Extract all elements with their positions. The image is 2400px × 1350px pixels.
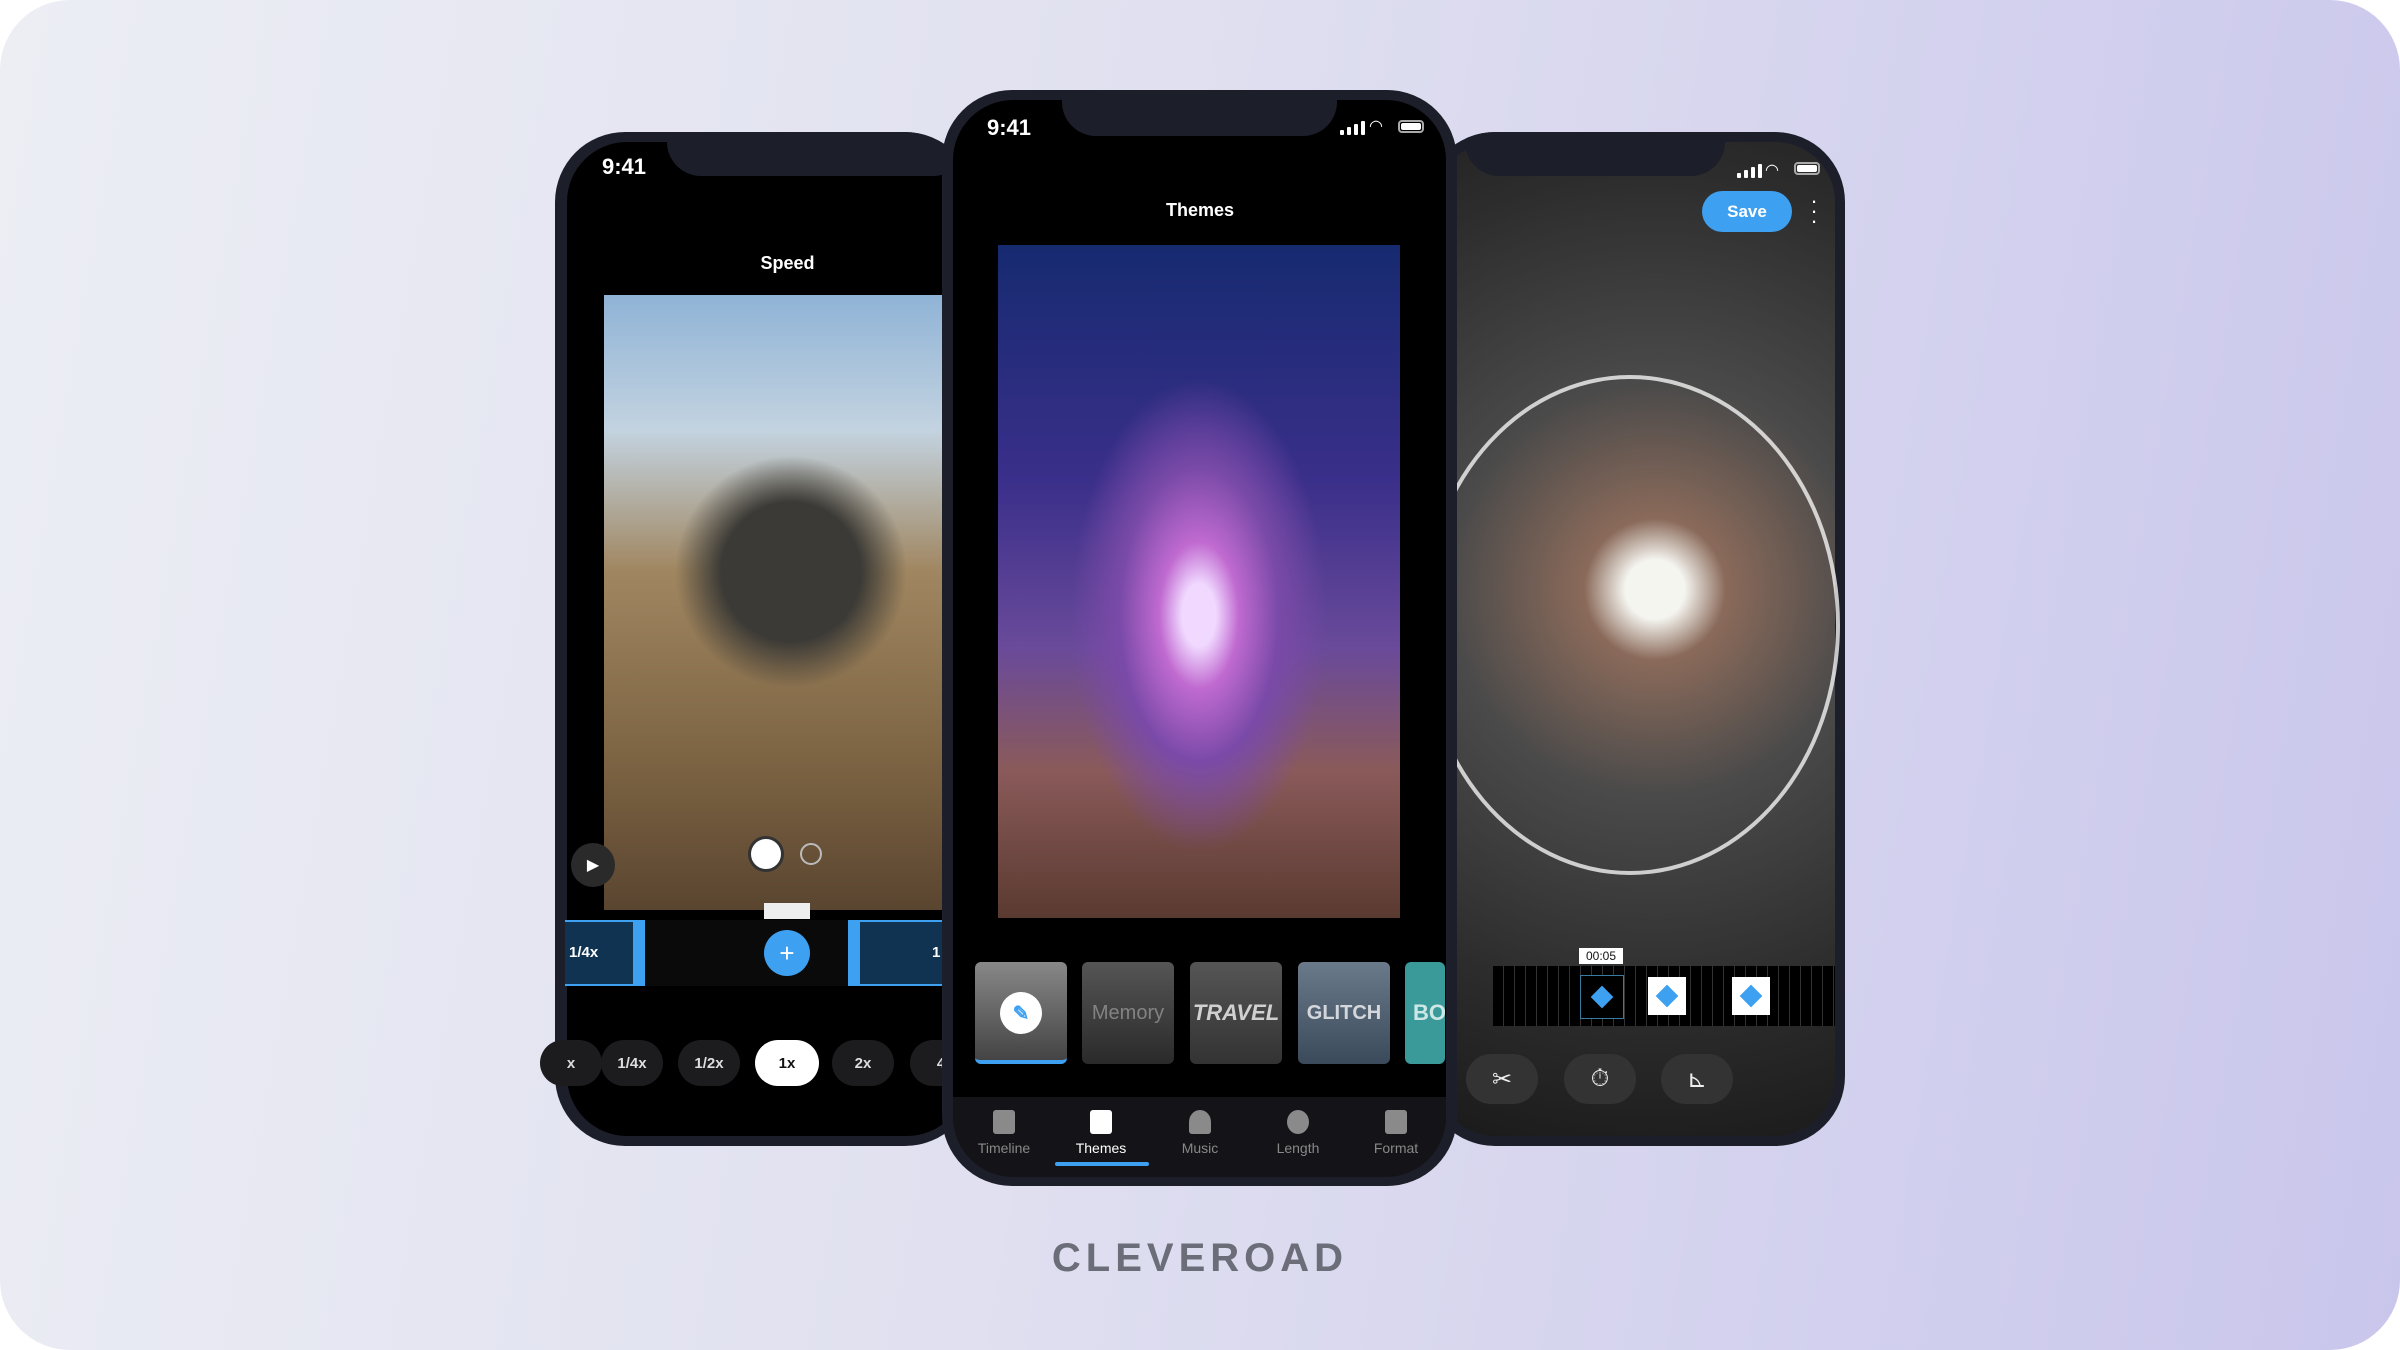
speed-timeline[interactable]: 1/4x 1 bbox=[565, 920, 948, 986]
signal-icon bbox=[1737, 164, 1762, 178]
segment-label: 1 bbox=[932, 944, 941, 961]
theme-label: GLITCH bbox=[1306, 1001, 1382, 1024]
theme-item-selected[interactable]: U N✎ bbox=[975, 962, 1067, 1064]
play-button[interactable]: ▶ bbox=[571, 843, 615, 887]
tab-format[interactable]: Format bbox=[1356, 1110, 1436, 1156]
status-time: 9:41 bbox=[987, 115, 1032, 140]
wifi-icon: ◠ bbox=[1765, 162, 1779, 179]
stopwatch-icon bbox=[1287, 1110, 1309, 1134]
scissors-icon[interactable]: ✂ bbox=[1466, 1054, 1538, 1104]
diamond-icon bbox=[1590, 985, 1614, 1009]
playhead-marker bbox=[764, 903, 810, 919]
active-tab-indicator bbox=[1055, 1162, 1149, 1166]
timeline-icon bbox=[993, 1110, 1015, 1134]
tab-label: Timeline bbox=[977, 1140, 1031, 1156]
tab-label: Themes bbox=[1075, 1140, 1127, 1156]
tab-label: Format bbox=[1373, 1140, 1419, 1156]
speedometer-icon[interactable] bbox=[748, 836, 784, 872]
speed-option[interactable]: x bbox=[540, 1040, 602, 1086]
theme-label: Memory bbox=[1091, 1001, 1165, 1024]
diamond-icon bbox=[1655, 984, 1679, 1008]
music-icon bbox=[1189, 1110, 1211, 1134]
add-segment-button[interactable]: + bbox=[764, 930, 810, 976]
signal-icon bbox=[1340, 121, 1365, 135]
tab-label: Music bbox=[1181, 1140, 1219, 1156]
segment-label: 1/4x bbox=[569, 944, 599, 961]
crop-icon[interactable]: ⊾ bbox=[1661, 1054, 1733, 1104]
theme-label: BO bbox=[1413, 1000, 1445, 1025]
theme-item[interactable]: GLITCH bbox=[1298, 962, 1390, 1064]
screen-title: Themes bbox=[1165, 200, 1235, 220]
brand-logo: CLEVEROAD bbox=[1051, 1236, 1349, 1280]
keyframe[interactable] bbox=[1648, 977, 1686, 1015]
theme-item[interactable]: TRAVEL bbox=[1190, 962, 1282, 1064]
wifi-icon: ◠ bbox=[1369, 118, 1383, 135]
more-options-icon[interactable]: · · · bbox=[1808, 190, 1820, 232]
theme-item[interactable]: Memory bbox=[1082, 962, 1174, 1064]
tab-length[interactable]: Length bbox=[1258, 1110, 1338, 1156]
video-preview bbox=[998, 245, 1400, 918]
tab-themes[interactable]: Themes bbox=[1061, 1110, 1141, 1156]
edit-icon[interactable]: ✎ bbox=[1000, 992, 1042, 1034]
keyframe-selected[interactable] bbox=[1580, 975, 1624, 1019]
screen-title: Speed bbox=[760, 253, 815, 273]
status-time: 9:41 bbox=[602, 154, 647, 179]
theme-label: TRAVEL bbox=[1192, 1000, 1280, 1025]
speed-option[interactable]: 1/4x bbox=[601, 1040, 663, 1086]
tab-music[interactable]: Music bbox=[1160, 1110, 1240, 1156]
rotation-circle[interactable] bbox=[1420, 375, 1840, 875]
segment-right[interactable]: 1 bbox=[848, 920, 948, 986]
format-icon bbox=[1385, 1110, 1407, 1134]
diamond-icon bbox=[1739, 984, 1763, 1008]
keyframe[interactable] bbox=[1732, 977, 1770, 1015]
timer-icon[interactable]: ⏱ bbox=[1564, 1054, 1636, 1104]
battery-icon bbox=[1794, 162, 1820, 175]
tab-timeline[interactable]: Timeline bbox=[964, 1110, 1044, 1156]
tab-label: Length bbox=[1276, 1140, 1320, 1156]
speed-option[interactable]: 2x bbox=[832, 1040, 894, 1086]
video-preview bbox=[604, 295, 944, 910]
theme-item[interactable]: BO bbox=[1405, 962, 1445, 1064]
segment-left[interactable]: 1/4x bbox=[565, 920, 645, 986]
themes-icon bbox=[1090, 1110, 1112, 1134]
battery-icon bbox=[1398, 120, 1424, 133]
save-button[interactable]: Save bbox=[1702, 191, 1792, 232]
timestamp-label: 00:05 bbox=[1579, 948, 1623, 964]
timer-icon[interactable] bbox=[800, 843, 822, 865]
speed-option-selected[interactable]: 1x bbox=[755, 1040, 819, 1086]
speed-option[interactable]: 1/2x bbox=[678, 1040, 740, 1086]
